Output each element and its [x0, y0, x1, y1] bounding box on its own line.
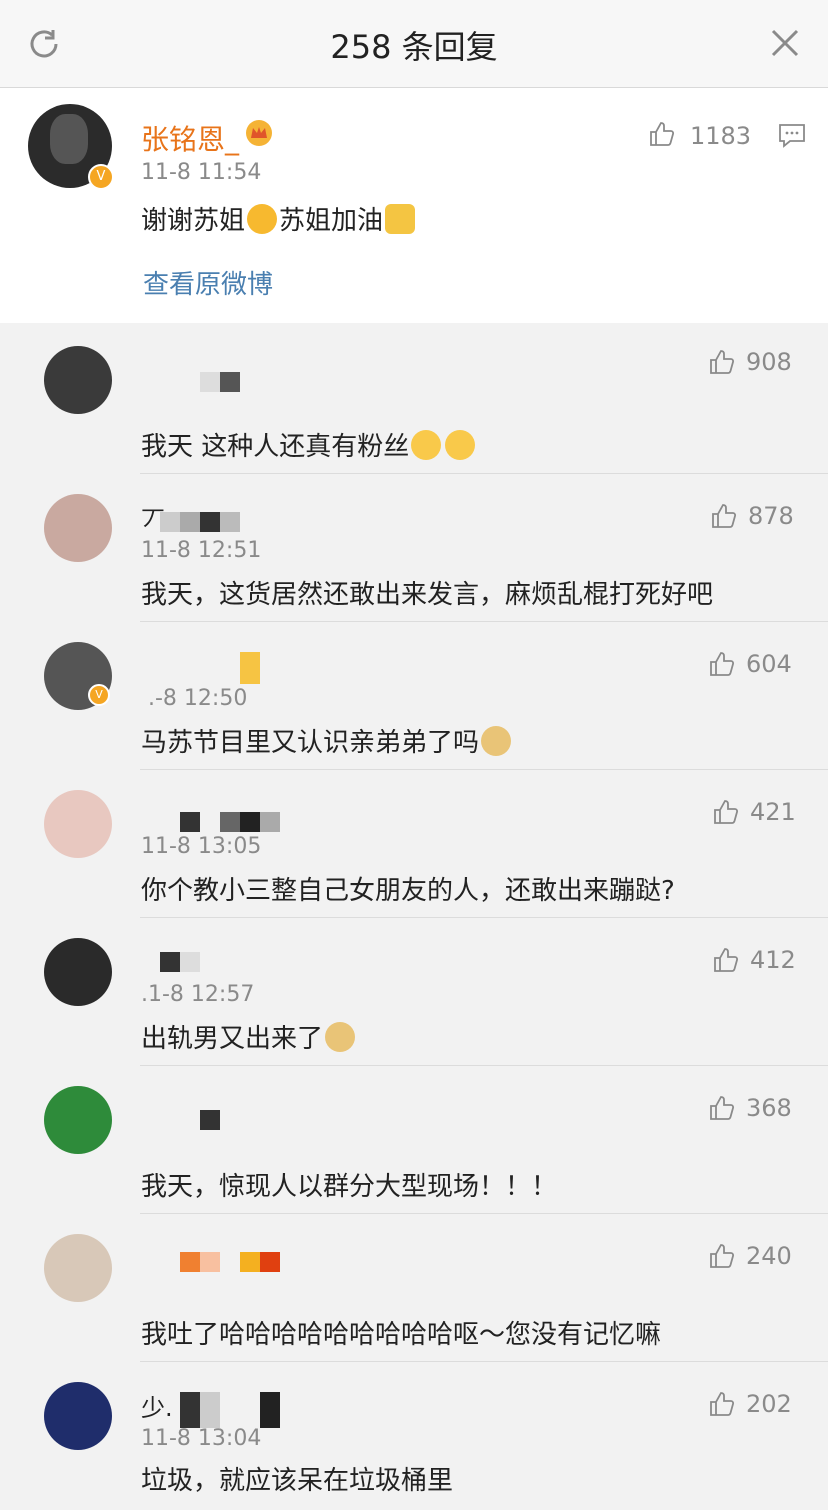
list-item: .1-8 12:57 412 出轨男又出来了 [0, 918, 828, 1066]
avatar[interactable] [44, 494, 112, 562]
like-count: 908 [746, 348, 792, 376]
redacted-name [180, 1392, 280, 1428]
redacted-name [160, 512, 240, 532]
avatar[interactable] [44, 1234, 112, 1302]
comment-text: 马苏节目里又认识亲弟弟了吗 [141, 722, 513, 759]
like-icon[interactable] [708, 650, 736, 678]
redacted-name [180, 812, 280, 832]
like-icon[interactable] [648, 120, 676, 148]
comment-text: 我天，惊现人以群分大型现场！！！ [141, 1172, 558, 1202]
redacted-name [200, 1110, 220, 1130]
redacted-name [200, 372, 240, 392]
like-count: 202 [746, 1390, 792, 1418]
wink-tongue-emoji-icon [247, 204, 278, 234]
redacted-name [160, 952, 200, 972]
comment-text: 我天 这种人还真有粉丝 [141, 426, 477, 463]
sad-emoji-icon [445, 430, 476, 460]
avatar[interactable] [44, 938, 112, 1006]
header: 258 条回复 [0, 0, 828, 88]
comment-time: 11-8 11:54 [141, 160, 262, 185]
like-icon[interactable] [710, 502, 738, 530]
verified-badge-icon: V [88, 684, 110, 706]
comment-text: 我天，这货居然还敢出来发言，麻烦乱棍打死好吧 [141, 580, 714, 610]
comment-text: 你个教小三整自己女朋友的人，还敢出来蹦跶? [141, 876, 675, 906]
like-count: 604 [746, 650, 792, 678]
comment-time: .1-8 12:57 [141, 982, 255, 1007]
like-count: 878 [748, 502, 794, 530]
main-comment: V 张铭恩_ 11-8 11:54 谢谢苏姐 苏姐加油 查看原微博 1183 [0, 88, 828, 323]
crown-icon [246, 120, 272, 146]
comment-text-part: 苏姐加油 [279, 206, 384, 236]
doge-emoji-icon [325, 1022, 356, 1052]
comment-text: 我吐了哈哈哈哈哈哈哈哈哈呕～您没有记忆嘛 [141, 1320, 662, 1350]
list-item: 少. 11-8 13:04 202 垃圾，就应该呆在垃圾桶里 [0, 1362, 828, 1510]
comment-time: 11-8 13:05 [141, 834, 262, 859]
sad-emoji-icon [411, 430, 442, 460]
like-icon[interactable] [708, 1242, 736, 1270]
list-item: 丆 11-8 12:51 878 我天，这货居然还敢出来发言，麻烦乱棍打死好吧 [0, 474, 828, 622]
like-icon[interactable] [708, 1390, 736, 1418]
like-icon[interactable] [712, 798, 740, 826]
comment-text-part: 马苏节目里又认识亲弟弟了吗 [141, 728, 480, 758]
close-icon[interactable] [770, 28, 800, 58]
like-icon[interactable] [708, 348, 736, 376]
view-original-link[interactable]: 查看原微博 [143, 264, 273, 301]
comment-text-part: 谢谢苏姐 [141, 206, 246, 236]
like-count: 421 [750, 798, 796, 826]
comment-text-part: 出轨男又出来了 [141, 1024, 324, 1054]
comment-text: 垃圾，就应该呆在垃圾桶里 [141, 1466, 454, 1496]
redacted-name [240, 652, 260, 684]
like-count: 368 [746, 1094, 792, 1122]
doge-emoji-icon [481, 726, 512, 756]
comment-time: .-8 12:50 [148, 686, 248, 711]
page-title: 258 条回复 [330, 28, 498, 66]
list-item: 368 我天，惊现人以群分大型现场！！！ [0, 1066, 828, 1214]
verified-badge-icon: V [88, 164, 114, 190]
comment-icon[interactable] [778, 123, 806, 149]
avatar[interactable] [44, 1382, 112, 1450]
like-count: 412 [750, 946, 796, 974]
author-name[interactable]: 张铭恩_ [141, 118, 239, 158]
avatar[interactable] [44, 790, 112, 858]
redacted-name [180, 1252, 280, 1272]
list-item: 240 我吐了哈哈哈哈哈哈哈哈哈呕～您没有记忆嘛 [0, 1214, 828, 1362]
comment-text: 出轨男又出来了 [141, 1018, 357, 1055]
like-icon[interactable] [708, 1094, 736, 1122]
avatar[interactable] [44, 346, 112, 414]
like-icon[interactable] [712, 946, 740, 974]
comment-text: 谢谢苏姐 苏姐加油 [141, 200, 417, 237]
flexed-biceps-emoji-icon [385, 204, 416, 234]
list-item: V .-8 12:50 604 马苏节目里又认识亲弟弟了吗 [0, 622, 828, 770]
comment-time: 11-8 12:51 [141, 538, 262, 563]
comment-time: 11-8 13:04 [141, 1426, 262, 1451]
list-item: 908 我天 这种人还真有粉丝 [0, 326, 828, 474]
avatar[interactable] [44, 1086, 112, 1154]
like-count: 240 [746, 1242, 792, 1270]
reply-name[interactable]: 少. [141, 1388, 173, 1423]
comment-text-part: 我天 这种人还真有粉丝 [141, 432, 410, 462]
like-count: 1183 [690, 122, 752, 150]
list-item: 11-8 13:05 421 你个教小三整自己女朋友的人，还敢出来蹦跶? [0, 770, 828, 918]
